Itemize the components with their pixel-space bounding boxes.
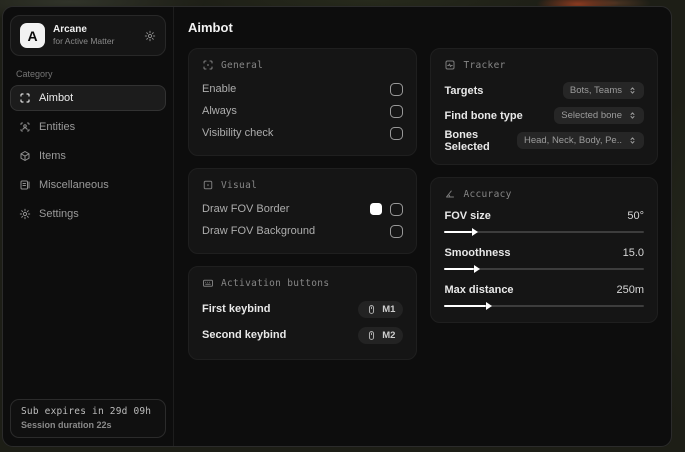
app-name: Arcane <box>53 23 87 35</box>
tracker-card: Tracker Targets Bots, Teams Find bone ty… <box>430 48 658 165</box>
max-distance-label: Max distance <box>444 284 514 296</box>
sub-expires-text: Sub expires in 29d 09h <box>21 406 152 417</box>
smoothness-label: Smoothness <box>444 247 511 259</box>
slider-fill <box>444 228 479 236</box>
fov-size-slider[interactable] <box>444 228 644 236</box>
frame-dot-icon <box>202 179 214 191</box>
bones-selected-value: Head, Neck, Body, Pe.. <box>523 135 622 146</box>
angle-icon <box>444 188 456 200</box>
bones-selected-select[interactable]: Head, Neck, Body, Pe.. <box>516 132 644 149</box>
sidebar-item-items[interactable]: Items <box>10 143 166 169</box>
sidebar-item-aimbot[interactable]: Aimbot <box>10 85 166 111</box>
sidebar-nav: Aimbot Entities Items Miscellaneous Sett… <box>10 85 166 227</box>
session-info-box: Sub expires in 29d 09h Session duration … <box>10 399 166 438</box>
always-label: Always <box>202 105 237 117</box>
chevron-up-down-icon <box>628 86 637 95</box>
max-distance-row: Max distance 250m <box>444 281 644 310</box>
keyboard-icon <box>202 277 214 289</box>
app-subtitle: for Active Matter <box>53 36 115 47</box>
bones-selected-label: Bones Selected <box>444 128 490 153</box>
cube-icon <box>19 150 31 162</box>
draw-fov-background-label: Draw FOV Background <box>202 225 316 237</box>
fov-size-label: FOV size <box>444 210 491 222</box>
activation-buttons-card: Activation buttons First keybind M1 Seco… <box>188 266 418 360</box>
sidebar-item-label: Aimbot <box>39 92 74 104</box>
second-keybind-button[interactable]: M2 <box>358 326 404 344</box>
smoothness-slider[interactable] <box>444 265 644 273</box>
keybind-value: M1 <box>382 303 396 315</box>
draw-fov-background-checkbox[interactable] <box>390 224 404 238</box>
slider-fill <box>444 302 493 310</box>
draw-fov-border-checkbox[interactable] <box>390 202 404 216</box>
section-title: Activation buttons <box>221 277 330 289</box>
find-bone-type-select[interactable]: Selected bone <box>554 107 644 124</box>
targets-select[interactable]: Bots, Teams <box>562 82 644 99</box>
visibility-check-label: Visibility check <box>202 127 274 139</box>
mouse-icon <box>366 330 377 341</box>
general-card: General Enable Always Visibility check <box>188 48 418 156</box>
find-bone-type-value: Selected bone <box>561 110 622 121</box>
sidebar-item-miscellaneous[interactable]: Miscellaneous <box>10 172 166 198</box>
smoothness-value: 15.0 <box>622 247 644 259</box>
max-distance-value: 250m <box>616 284 644 296</box>
crosshair-dot-icon <box>202 59 214 71</box>
app-window: A Arcane for Active Matter Category Aimb… <box>2 6 672 447</box>
page-title: Aimbot <box>188 20 233 35</box>
enable-label: Enable <box>202 83 237 95</box>
fov-size-value: 50° <box>627 210 644 222</box>
first-keybind-button[interactable]: M1 <box>358 300 404 318</box>
sidebar-item-label: Settings <box>39 208 79 220</box>
first-keybind-label: First keybind <box>202 303 271 315</box>
entity-scan-icon <box>19 121 31 133</box>
always-checkbox[interactable] <box>390 104 404 118</box>
activity-icon <box>444 59 456 71</box>
category-label: Category <box>16 69 53 79</box>
enable-checkbox[interactable] <box>390 82 404 96</box>
fov-border-color-swatch[interactable] <box>370 203 383 215</box>
max-distance-slider[interactable] <box>444 302 644 310</box>
draw-fov-border-label: Draw FOV Border <box>202 203 290 215</box>
gear-icon[interactable] <box>144 30 156 42</box>
sidebar: A Arcane for Active Matter Category Aimb… <box>3 7 174 446</box>
second-keybind-label: Second keybind <box>202 329 287 341</box>
sidebar-item-entities[interactable]: Entities <box>10 114 166 140</box>
section-title: Accuracy <box>463 188 512 200</box>
keybind-value: M2 <box>382 329 396 341</box>
sidebar-item-label: Entities <box>39 121 76 133</box>
slider-fill <box>444 265 481 273</box>
accuracy-card: Accuracy FOV size 50° Smoothness 15.0 Ma… <box>430 177 658 323</box>
brand-text: Arcane for Active Matter <box>53 24 136 47</box>
chevron-up-down-icon <box>628 111 637 120</box>
sidebar-item-label: Miscellaneous <box>39 179 109 191</box>
session-duration-text: Session duration 22s <box>21 420 112 430</box>
sidebar-item-settings[interactable]: Settings <box>10 201 166 227</box>
targets-value: Bots, Teams <box>569 85 622 96</box>
section-title: Tracker <box>463 59 506 71</box>
mouse-icon <box>366 304 377 315</box>
app-logo: A <box>20 23 45 48</box>
section-title: Visual <box>221 179 258 191</box>
left-column: General Enable Always Visibility check V… <box>188 48 418 360</box>
fov-size-row: FOV size 50° <box>444 207 644 236</box>
visual-card: Visual Draw FOV Border Draw FOV Backgrou… <box>188 168 418 254</box>
gear-icon <box>19 208 31 220</box>
find-bone-type-label: Find bone type <box>444 109 523 122</box>
crosshair-icon <box>19 92 31 104</box>
brand-card: A Arcane for Active Matter <box>10 15 166 56</box>
right-column: Tracker Targets Bots, Teams Find bone ty… <box>430 48 658 323</box>
smoothness-row: Smoothness 15.0 <box>444 244 644 273</box>
chevron-up-down-icon <box>628 136 637 145</box>
visibility-check-checkbox[interactable] <box>390 126 404 140</box>
sidebar-item-label: Items <box>39 150 66 162</box>
main-content: Aimbot General Enable Always Visibility … <box>174 7 671 446</box>
section-title: General <box>221 59 264 71</box>
panel-icon <box>19 179 31 191</box>
targets-label: Targets <box>444 84 484 97</box>
